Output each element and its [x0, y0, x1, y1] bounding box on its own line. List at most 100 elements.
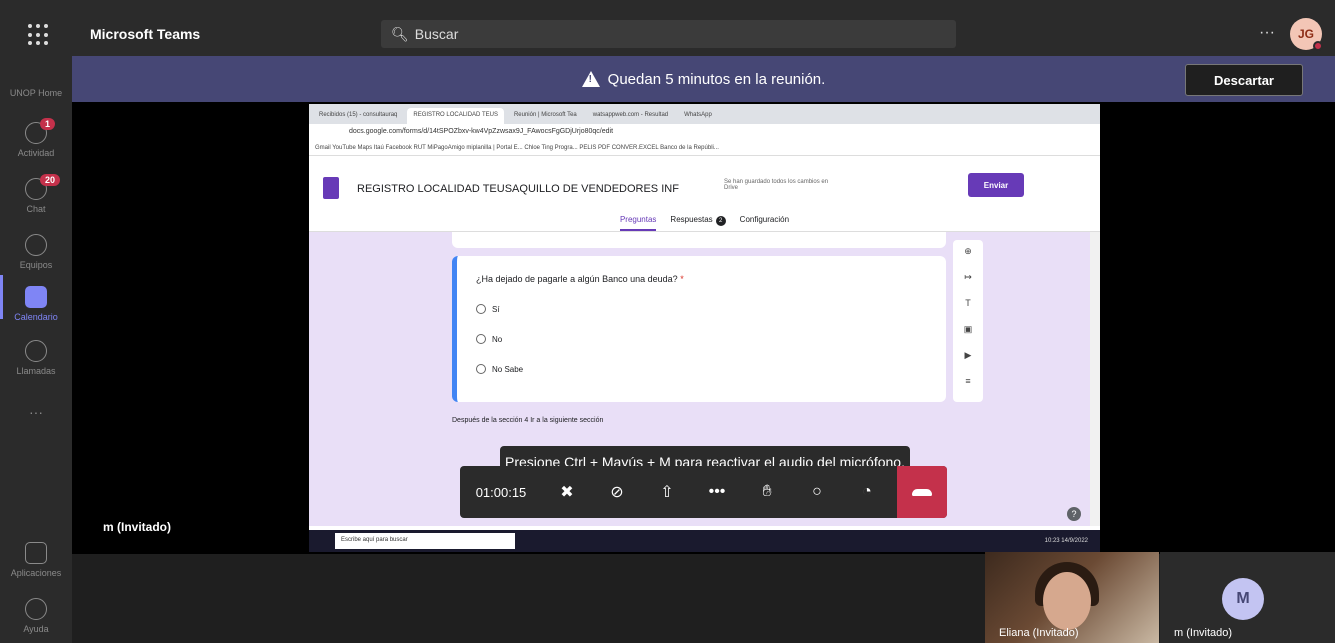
warning-icon — [581, 71, 600, 87]
mic-off-icon[interactable]: ⊘ — [592, 466, 642, 518]
previous-question-card — [452, 232, 946, 248]
browser-tab: Reunión | Microsoft Tea — [513, 112, 577, 118]
form-header: REGISTRO LOCALIDAD TEUSAQUILLO DE VENDED… — [309, 157, 1100, 232]
browser-tab: Recibidos (15) - consultauraq — [319, 112, 398, 118]
import-questions-icon: ↦ — [964, 272, 972, 282]
taskbar-clock: 10:23 14/9/2022 — [1044, 538, 1088, 544]
chat-badge: 20 — [40, 174, 61, 186]
camera-off-icon[interactable]: ✖ — [542, 466, 592, 518]
form-side-toolbar: ⊕ ↦ T ▣ ▶ ≡ — [953, 240, 983, 402]
hang-up-button[interactable] — [897, 466, 947, 518]
rail-item-calls[interactable]: Llamadas — [0, 340, 72, 376]
add-title-icon: T — [965, 298, 971, 308]
radio-icon — [476, 304, 486, 314]
user-avatar[interactable]: JG — [1290, 18, 1323, 51]
browser-tab: REGISTRO LOCALIDAD TEUS — [407, 108, 504, 124]
taskbar-search: Escribe aquí para buscar — [335, 533, 515, 549]
rail-item-label: Calendario — [14, 312, 58, 322]
rail-item-label: Actividad — [17, 148, 55, 158]
help-icon: ? — [1067, 507, 1081, 521]
rail-item-label: Ayuda — [23, 624, 49, 634]
radio-icon — [476, 334, 486, 344]
meeting-ending-banner: Quedan 5 minutos en la reunión. — [72, 56, 1335, 102]
form-tabs: Preguntas Respuestas 2 Configuración — [309, 215, 1100, 231]
saved-status: Se han guardado todos los cambios en Dri… — [724, 179, 829, 191]
add-video-icon: ▶ — [964, 350, 972, 360]
more-actions-icon[interactable]: ••• — [692, 466, 742, 518]
dismiss-button[interactable]: Descartar — [1185, 64, 1303, 96]
participant-tile[interactable]: Eliana (Invitado) — [985, 552, 1159, 643]
tab-questions: Preguntas — [619, 215, 657, 231]
avatar-initials: JG — [1297, 27, 1314, 41]
rail-item-unop-home[interactable]: UNOP Home — [0, 88, 72, 98]
browser-tab-strip: Recibidos (15) - consultauraq REGISTRO L… — [309, 104, 1100, 124]
add-section-icon: ≡ — [965, 376, 971, 386]
more-options-button[interactable]: ··· — [1259, 24, 1275, 42]
radio-option: Sí — [476, 304, 500, 314]
phone-hangup-icon — [912, 488, 932, 496]
form-title: REGISTRO LOCALIDAD TEUSAQUILLO DE VENDED… — [357, 183, 679, 195]
rail-item-label: Equipos — [19, 260, 53, 270]
radio-option: No — [476, 334, 502, 344]
add-image-icon: ▣ — [963, 324, 973, 334]
rail-item-activity[interactable]: 1 Actividad — [0, 118, 72, 158]
search-icon: 🔍︎ — [391, 25, 409, 42]
radio-option: No Sabe — [476, 364, 523, 374]
forms-icon — [323, 177, 339, 199]
presenter-name: m (Invitado) — [103, 520, 171, 534]
option-label: No — [492, 334, 503, 344]
send-button: Enviar — [968, 173, 1024, 197]
rail-item-label: Llamadas — [16, 366, 56, 376]
share-screen-icon[interactable]: ⇧ — [642, 466, 692, 518]
banner-message: Quedan 5 minutos en la reunión. — [607, 70, 826, 88]
participant-avatar: M — [1222, 578, 1264, 620]
scrollbar — [1090, 232, 1100, 526]
question-card: ¿Ha dejado de pagarle a algún Banco una … — [452, 256, 946, 402]
participant-name: Eliana (Invitado) — [999, 627, 1079, 639]
search-placeholder: Buscar — [414, 26, 459, 42]
option-label: No Sabe — [492, 364, 524, 374]
tab-responses-label: Respuestas — [670, 215, 713, 224]
option-label: Sí — [492, 304, 500, 314]
tab-settings: Configuración — [739, 215, 790, 224]
browser-address-bar: docs.google.com/forms/d/14tSPOZbxv-kw4Vp… — [309, 124, 1100, 142]
tab-responses: Respuestas 2 — [670, 215, 726, 231]
app-title: Microsoft Teams — [90, 26, 201, 42]
call-timer: 01:00:15 — [475, 484, 527, 500]
participants-icon[interactable]: ◔ — [842, 466, 892, 518]
rail-item-calendar[interactable]: Calendario — [0, 286, 72, 322]
presence-busy-icon — [1313, 41, 1323, 51]
radio-icon — [476, 364, 486, 374]
raise-hand-icon[interactable]: ✋︎ — [742, 466, 792, 518]
rail-item-label: UNOP Home — [9, 88, 63, 98]
phone-icon — [25, 340, 47, 362]
bookmarks-bar: Gmail YouTube Maps Itaú Facebook RUT MiP… — [309, 142, 1100, 156]
rail-item-help[interactable]: Ayuda — [0, 598, 72, 634]
responses-count-badge: 2 — [715, 216, 726, 226]
activity-badge: 1 — [40, 118, 56, 130]
participant-tile[interactable]: M m (Invitado) — [1160, 552, 1335, 643]
app-rail: UNOP Home 1 Actividad 20 Chat Equipos Ca… — [0, 70, 72, 643]
rail-item-chat[interactable]: 20 Chat — [0, 174, 72, 214]
calendar-icon — [25, 286, 47, 308]
chat-icon[interactable]: ○ — [792, 466, 842, 518]
browser-tab: watsappweb.com - Resultad — [592, 112, 669, 118]
rail-item-more[interactable]: ··· — [0, 404, 72, 420]
apps-icon — [25, 542, 47, 564]
app-launcher-icon[interactable] — [28, 24, 50, 46]
teams-icon — [25, 234, 47, 256]
after-section-selector: Después de la sección 4 Ir a la siguient… — [452, 417, 604, 424]
participant-face — [1043, 572, 1091, 630]
participant-name: m (Invitado) — [1174, 627, 1233, 639]
required-marker: * — [680, 274, 684, 284]
search-input[interactable]: 🔍︎ Buscar — [381, 20, 956, 48]
browser-tab: WhatsApp — [684, 112, 712, 118]
rail-item-label: Chat — [26, 204, 46, 214]
rail-item-apps[interactable]: Aplicaciones — [0, 542, 72, 578]
rail-item-teams[interactable]: Equipos — [0, 234, 72, 270]
windows-taskbar: Escribe aquí para buscar 10:23 14/9/2022 — [309, 530, 1100, 552]
question-text: ¿Ha dejado de pagarle a algún Banco una … — [476, 274, 684, 284]
question-label: ¿Ha dejado de pagarle a algún Banco una … — [476, 274, 678, 284]
add-question-icon: ⊕ — [964, 246, 972, 256]
call-controls: 01:00:15 ✖ ⊘ ⇧ ••• ✋︎ ○ ◔ — [460, 466, 947, 518]
